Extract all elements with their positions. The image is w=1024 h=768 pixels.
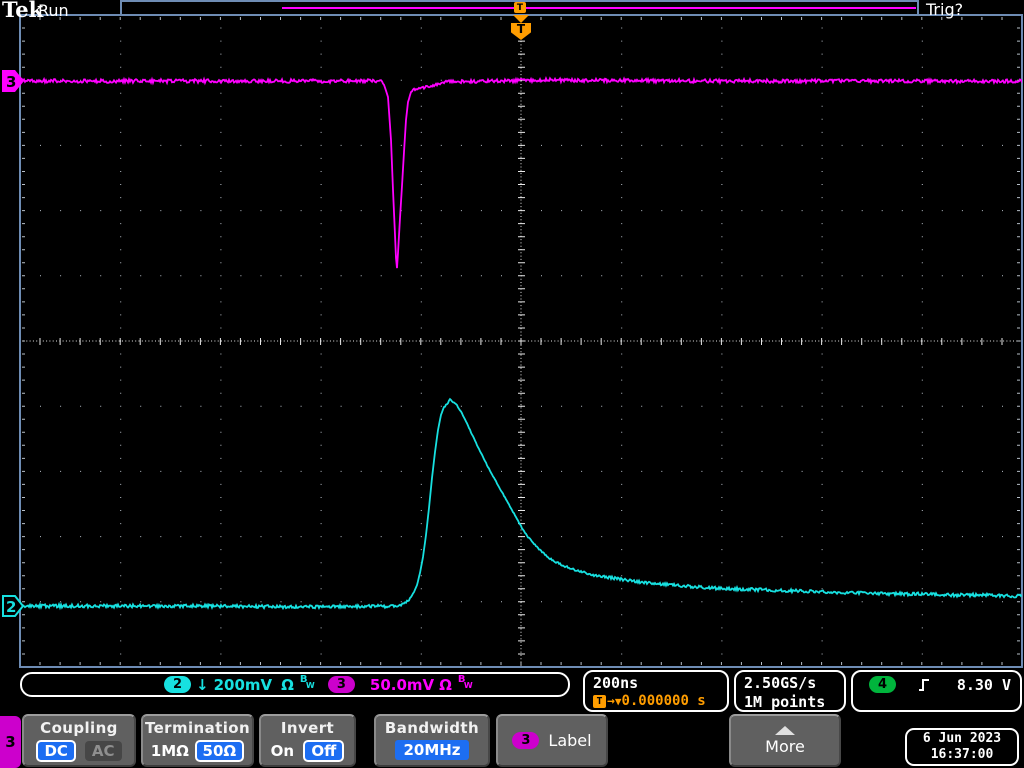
trigger-readout-box: 4 8.30 V xyxy=(851,670,1022,712)
ch3-scale: 50.0mV xyxy=(370,676,434,694)
trigger-delay: 0.000000 s xyxy=(621,693,705,709)
label-ch3-badge: 3 xyxy=(512,732,539,749)
more-button[interactable]: More xyxy=(729,714,841,767)
termination-1m-option[interactable]: 1MΩ xyxy=(151,742,189,760)
record-length: 1M points xyxy=(744,693,844,712)
timebase-scale: 200ns xyxy=(593,674,727,692)
termination-50-option[interactable]: 50Ω xyxy=(195,740,245,762)
graticule-grid xyxy=(22,17,1021,666)
trigger-t-icon: T xyxy=(593,695,606,708)
ch2-impedance-icon: Ω xyxy=(281,676,294,694)
record-view-trace xyxy=(282,7,916,9)
acquisition-status: Run xyxy=(38,1,69,20)
coupling-button[interactable]: Coupling DC AC xyxy=(22,714,136,767)
trigger-source-badge: 4 xyxy=(869,676,896,693)
invert-off-option[interactable]: Off xyxy=(303,740,344,762)
bandwidth-value[interactable]: 20MHz xyxy=(395,740,468,760)
record-trigger-icon: T xyxy=(514,2,526,13)
tek-logo: Tek xyxy=(2,0,43,22)
ch3-badge: 3 xyxy=(328,676,355,693)
trigger-level: 8.30 V xyxy=(957,676,1011,694)
record-view-bar: T xyxy=(120,0,919,16)
channel-readout-box: 2 ↓ 200mV Ω BW 3 50.0mV Ω BW xyxy=(20,672,570,697)
ch3-impedance-icon: Ω xyxy=(439,676,452,694)
ch3-bandwidth-limit-icon: BW xyxy=(457,676,471,693)
bandwidth-button[interactable]: Bandwidth 20MHz xyxy=(374,714,490,767)
up-triangle-icon xyxy=(775,726,795,735)
ch2-badge: 2 xyxy=(164,676,191,693)
time: 16:37:00 xyxy=(907,747,1017,763)
rising-edge-icon xyxy=(916,677,932,693)
label-button[interactable]: 3 Label xyxy=(496,714,608,767)
horizontal-readout-box: 200ns T → ▼ 0.000000 s xyxy=(583,670,729,712)
coupling-dc-option[interactable]: DC xyxy=(36,740,75,762)
scope-display: 3 2 xyxy=(0,0,1024,768)
trigger-status-label: Trig? xyxy=(926,0,963,19)
ch2-bandwidth-limit-icon: BW xyxy=(299,676,313,693)
termination-button[interactable]: Termination 1MΩ 50Ω xyxy=(141,714,254,767)
trigger-position-arrow-icon xyxy=(513,15,529,23)
svg-text:2: 2 xyxy=(6,598,16,616)
sample-rate: 2.50GS/s xyxy=(744,674,844,693)
channel3-menu-tab: 3 xyxy=(0,716,21,768)
delay-marker-icon: ▼ xyxy=(615,695,622,708)
ch2-scale: 200mV xyxy=(214,676,273,694)
svg-text:3: 3 xyxy=(6,73,16,91)
ch2-invert-icon: ↓ xyxy=(196,676,209,694)
acquisition-readout-box: 2.50GS/s 1M points xyxy=(734,670,846,712)
date: 6 Jun 2023 xyxy=(907,731,1017,747)
invert-button[interactable]: Invert On Off xyxy=(259,714,356,767)
invert-on-option[interactable]: On xyxy=(271,742,294,760)
arrow-icon: → xyxy=(607,694,615,709)
coupling-ac-option[interactable]: AC xyxy=(85,741,122,761)
datetime-display: 6 Jun 2023 16:37:00 xyxy=(905,728,1019,766)
